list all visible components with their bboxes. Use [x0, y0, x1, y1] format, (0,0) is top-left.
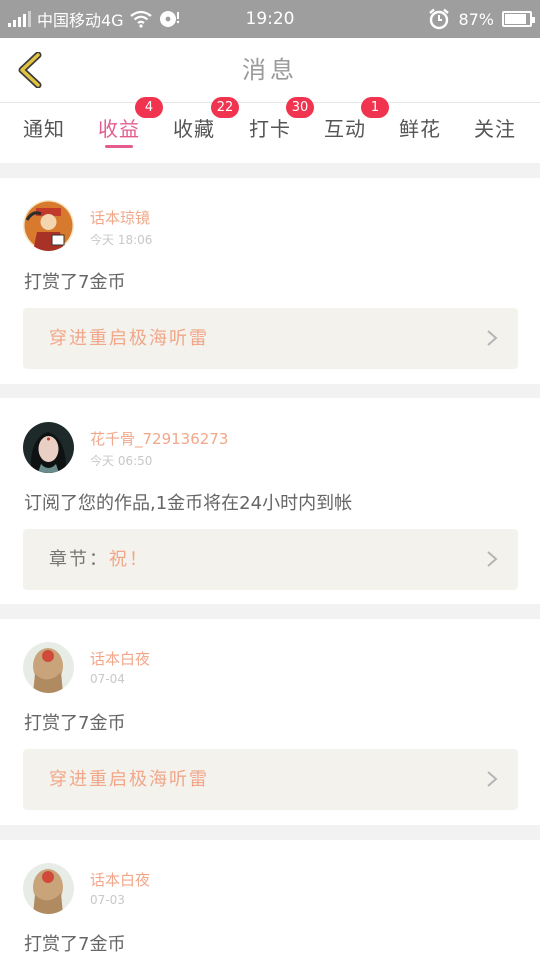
tab-follow[interactable]: 关注	[465, 103, 525, 163]
timestamp: 今天 06:50	[90, 454, 153, 468]
chapter-prefix: 章节：	[49, 549, 109, 570]
active-tab-indicator	[105, 145, 133, 148]
tab-bar: 通知 收益 4 收藏 22 打卡 30 互动 1 鲜花 关注	[0, 97, 540, 163]
chevron-right-icon	[487, 771, 498, 787]
work-link[interactable]: 穿进重启极海听雷	[23, 308, 518, 369]
page-title: 消息	[242, 56, 298, 84]
message-card: 话本白夜 07-03 打赏了7金币	[0, 840, 540, 960]
tab-flowers[interactable]: 鲜花	[390, 103, 450, 163]
work-title: 穿进重启极海听雷	[49, 769, 209, 790]
tab-favorites[interactable]: 收藏 22	[164, 97, 239, 163]
username[interactable]: 话本白夜	[90, 869, 150, 890]
tab-badge: 4	[135, 97, 163, 118]
timestamp: 今天 18:06	[90, 233, 153, 247]
message-text: 打赏了7金币	[24, 713, 126, 734]
username[interactable]: 花千骨_729136273	[90, 428, 228, 449]
avatar[interactable]	[23, 422, 74, 473]
message-text: 订阅了您的作品,1金币将在24小时内到帐	[24, 493, 353, 514]
timestamp: 07-03	[90, 893, 125, 907]
message-text: 打赏了7金币	[24, 934, 126, 955]
tab-badge: 22	[211, 97, 239, 118]
message-card: 话本白夜 07-04 打赏了7金币 穿进重启极海听雷	[0, 619, 540, 825]
tab-label: 通知	[23, 117, 65, 141]
avatar[interactable]	[23, 863, 74, 914]
chapter-title: 祝！	[109, 549, 149, 570]
chevron-right-icon	[487, 551, 498, 567]
tab-earnings[interactable]: 收益 4	[89, 97, 163, 163]
message-text: 打赏了7金币	[24, 272, 126, 293]
tab-badge: 30	[286, 97, 314, 118]
avatar[interactable]	[23, 200, 74, 251]
message-card: 话本琼镜 今天 18:06 打赏了7金币 穿进重启极海听雷	[0, 178, 540, 384]
chapter-link[interactable]: 章节：祝！	[23, 529, 518, 590]
chevron-right-icon	[487, 330, 498, 346]
tab-notifications[interactable]: 通知	[14, 103, 74, 163]
tab-badge: 1	[361, 97, 389, 118]
timestamp: 07-04	[90, 672, 125, 686]
tab-interaction[interactable]: 互动 1	[315, 97, 389, 163]
tab-label: 鲜花	[399, 117, 441, 141]
tab-checkin[interactable]: 打卡 30	[240, 97, 314, 163]
tab-label: 收益	[98, 117, 140, 141]
status-bar: 中国移动4G 19:20 87%	[0, 0, 540, 38]
message-card: 花千骨_729136273 今天 06:50 订阅了您的作品,1金币将在24小时…	[0, 398, 540, 604]
username[interactable]: 话本白夜	[90, 648, 150, 669]
username[interactable]: 话本琼镜	[90, 207, 150, 228]
work-title: 穿进重启极海听雷	[49, 328, 209, 349]
tab-label: 关注	[474, 117, 516, 141]
tab-label: 打卡	[249, 117, 291, 141]
alarm-icon	[429, 8, 450, 30]
header-bar: 消息	[0, 38, 540, 103]
battery-percent: 87%	[458, 9, 494, 29]
work-link[interactable]: 穿进重启极海听雷	[23, 749, 518, 810]
battery-icon	[502, 11, 535, 27]
tab-label: 互动	[324, 117, 366, 141]
avatar[interactable]	[23, 642, 74, 693]
tab-label: 收藏	[173, 117, 215, 141]
